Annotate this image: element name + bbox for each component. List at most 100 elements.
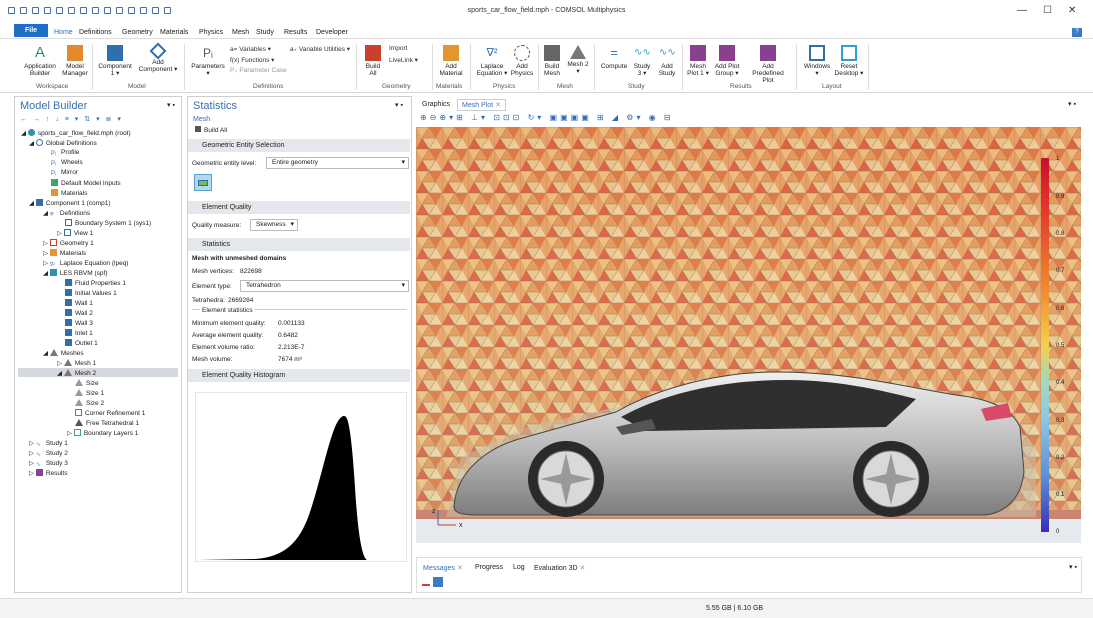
tree-node-default-model-inputs[interactable]: Default Model Inputs — [51, 179, 121, 187]
tab-study[interactable]: Study — [256, 29, 274, 36]
mesh2-button[interactable]: Mesh 2 ▾ — [567, 45, 589, 75]
tree-node-initial-values[interactable]: Initial Values 1 — [65, 289, 117, 297]
tree-node-inlet1[interactable]: Inlet 1 — [65, 329, 93, 337]
tree-node-component-materials[interactable]: ▷ Materials — [43, 249, 86, 257]
functions-button[interactable]: f(x) Functions ▾ — [230, 56, 274, 64]
tab-evaluation-3d[interactable]: Evaluation 3D ✕ — [534, 564, 585, 572]
tree-node-component1[interactable]: ◢ Component 1 (comp1) — [29, 199, 110, 207]
tree-node-wheels[interactable]: Pᵢ Wheels — [51, 159, 83, 168]
study3-button[interactable]: ∿∿ Study 3 ▾ — [632, 45, 652, 77]
livelink-button[interactable]: LiveLink ▾ — [389, 56, 418, 64]
variables-button[interactable]: a= Variables ▾ — [230, 45, 271, 53]
add-study-button[interactable]: ∿∿ Add Study — [656, 45, 678, 77]
laplace-equation-button[interactable]: ∇² Laplace Equation ▾ — [474, 45, 510, 77]
tab-results[interactable]: Results — [284, 29, 307, 36]
tree-node-mesh1[interactable]: ▷ Mesh 1 — [57, 359, 96, 367]
tree-node-geometry1[interactable]: ▷ Geometry 1 — [43, 239, 94, 247]
copy-messages-icon[interactable] — [433, 577, 443, 587]
graphics-canvas[interactable]: z x — [416, 127, 1081, 543]
tab-definitions[interactable]: Definitions — [79, 29, 112, 36]
quality-measure-select[interactable]: Skewness — [250, 219, 298, 231]
tree-node-wall3[interactable]: Wall 3 — [65, 319, 93, 327]
tree-node-mesh2[interactable]: ◢ Mesh 2 — [57, 369, 96, 377]
element-quality-section[interactable]: Element Quality — [188, 201, 410, 214]
tab-geometry[interactable]: Geometry — [122, 29, 153, 36]
tree-node-free-tetrahedral[interactable]: Free Tetrahedral 1 — [75, 419, 139, 427]
windows-button[interactable]: Windows ▾ — [802, 45, 832, 77]
tree-node-view1[interactable]: ▷ View 1 — [57, 229, 93, 237]
variable-utilities-button[interactable]: a₊ Variable Utilities ▾ — [290, 45, 350, 53]
add-predefined-plot-button[interactable]: Add Predefined Plot — [746, 45, 790, 84]
add-physics-button[interactable]: Add Physics — [509, 45, 535, 77]
build-mesh-button[interactable]: Build Mesh — [542, 45, 562, 77]
tab-graphics[interactable]: Graphics — [422, 101, 450, 108]
reset-desktop-button[interactable]: Reset Desktop ▾ — [834, 45, 864, 77]
tree-node-wall1[interactable]: Wall 1 — [65, 299, 93, 307]
tree-node-profile[interactable]: Pᵢ Profile — [51, 149, 79, 158]
tree-node-wall2[interactable]: Wall 2 — [65, 309, 93, 317]
close-tab-icon[interactable]: ✕ — [580, 565, 586, 572]
close-tab-icon[interactable]: ✕ — [457, 565, 463, 572]
tab-materials[interactable]: Materials — [160, 29, 188, 36]
mesh-plot-button[interactable]: Mesh Plot 1 ▾ — [686, 45, 710, 77]
add-plot-group-button[interactable]: Add Plot Group ▾ — [712, 45, 742, 77]
tree-node-mirror[interactable]: Pᵢ Mirror — [51, 169, 78, 178]
tab-progress[interactable]: Progress — [475, 564, 503, 571]
panel-menu-icon[interactable]: ▾ ▪ — [167, 101, 175, 109]
close-tab-icon[interactable]: ✕ — [495, 102, 501, 109]
application-builder-button[interactable]: A Application Builder — [22, 45, 58, 78]
minimize-button[interactable]: — — [1017, 5, 1027, 16]
tree-node-size2[interactable]: Size 2 — [75, 399, 104, 407]
tree-node-boundary-system[interactable]: Boundary System 1 (sys1) — [65, 219, 151, 227]
tree-node-size[interactable]: Size — [75, 379, 99, 387]
histogram-section[interactable]: Element Quality Histogram — [188, 369, 410, 382]
tab-mesh-plot[interactable]: Mesh Plot ✕ — [457, 99, 506, 111]
help-button[interactable]: ? — [1072, 28, 1082, 37]
parameters-button[interactable]: Pᵢ Parameters ▾ — [189, 45, 227, 77]
element-type-select[interactable]: Tetrahedron — [240, 280, 409, 292]
tree-node-materials[interactable]: Materials — [51, 189, 87, 197]
tree-node-corner-refinement[interactable]: Corner Refinement 1 — [75, 409, 145, 417]
panel-menu-icon[interactable]: ▾ ▪ — [1069, 563, 1077, 571]
tree-node-study2[interactable]: ▷ ∿ Study 2 — [29, 449, 68, 458]
close-button[interactable]: ✕ — [1068, 5, 1076, 16]
tree-node-global-definitions[interactable]: ◢ Global Definitions — [29, 139, 97, 147]
mesh-visualization[interactable]: z x — [416, 127, 1081, 543]
panel-menu-icon[interactable]: ▾ ▪ — [1068, 100, 1076, 108]
selection-button[interactable] — [194, 174, 212, 191]
statistics-section[interactable]: Statistics — [188, 238, 410, 251]
build-all-button[interactable]: Build All — [195, 126, 227, 134]
build-all-button[interactable]: Build All — [362, 45, 384, 77]
tree-node-les-rbvm[interactable]: ◢ LES RBVM (spf) — [43, 269, 108, 277]
file-menu[interactable]: File — [14, 24, 48, 37]
tree-node-study3[interactable]: ▷ ∿ Study 3 — [29, 459, 68, 468]
tree-node-boundary-layers[interactable]: ▷ Boundary Layers 1 — [67, 429, 138, 437]
tree-node-root[interactable]: ◢ sports_car_flow_field.mph (root) — [21, 129, 131, 137]
tree-node-results[interactable]: ▷ Results — [29, 469, 68, 477]
model-manager-button[interactable]: Model Manager — [60, 45, 90, 77]
import-button[interactable]: Import — [389, 45, 407, 52]
geometric-entity-selection-section[interactable]: Geometric Entity Selection — [188, 139, 410, 152]
tab-physics[interactable]: Physics — [199, 29, 223, 36]
parameter-case-button[interactable]: P↓ Parameter Case — [230, 67, 287, 74]
add-component-button[interactable]: Add Component ▾ — [136, 42, 180, 73]
tree-node-definitions[interactable]: ◢ ≡ Definitions — [43, 209, 90, 218]
tree-node-meshes[interactable]: ◢ Meshes — [43, 349, 84, 357]
compute-button[interactable]: = Compute — [599, 45, 629, 70]
tree-node-study1[interactable]: ▷ ∿ Study 1 — [29, 439, 68, 448]
add-material-button[interactable]: Add Material — [436, 45, 466, 77]
tree-node-size1[interactable]: Size 1 — [75, 389, 104, 397]
tab-log[interactable]: Log — [513, 564, 525, 571]
model-builder-toolbar[interactable]: ← → ↑ ↓ ≡ ▾ ⇅ ▾ ≣ ▾ — [20, 115, 123, 123]
tree-node-outlet1[interactable]: Outlet 1 — [65, 339, 98, 347]
panel-menu-icon[interactable]: ▾ ▪ — [395, 101, 403, 109]
maximize-button[interactable]: ☐ — [1043, 5, 1052, 16]
component-button[interactable]: Component 1 ▾ — [96, 45, 134, 77]
clear-icon[interactable] — [422, 578, 430, 586]
tab-mesh[interactable]: Mesh — [232, 29, 249, 36]
tree-node-fluid-properties[interactable]: Fluid Properties 1 — [65, 279, 126, 287]
geometric-entity-level-select[interactable]: Entire geometry — [266, 157, 409, 169]
tree-node-laplace-equation[interactable]: ▷ ∇² Laplace Equation (lpeq) — [43, 259, 128, 269]
tab-developer[interactable]: Developer — [316, 29, 348, 36]
graphics-toolbar[interactable]: ⊕⊖⊕▾⊞ ⊥▾ ⊡⊡⊡ ↻▾ ▣▣▣▣ ⊞ ◢ ⚙▾ ◉ ⊟ — [420, 113, 674, 122]
